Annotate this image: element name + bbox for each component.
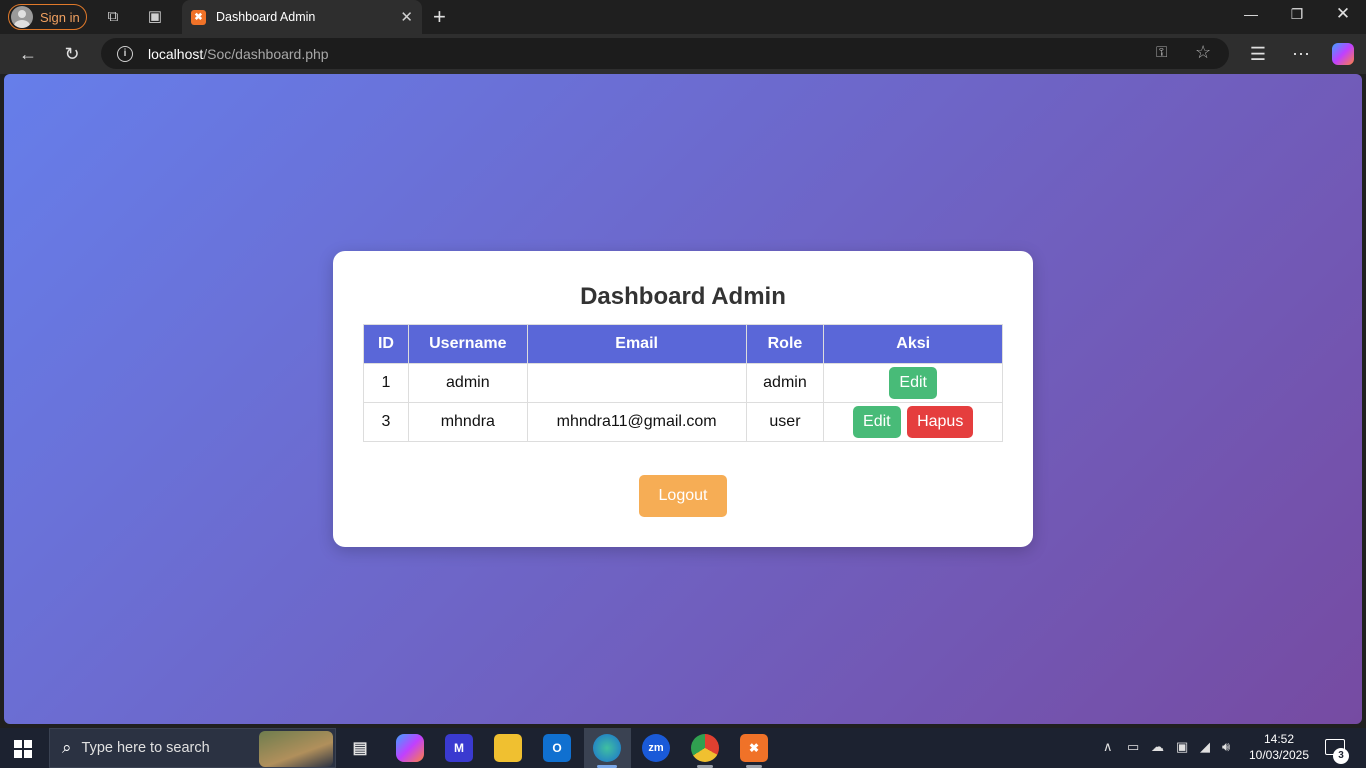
- column-header-email: Email: [526, 324, 747, 364]
- search-placeholder: Type here to search: [81, 740, 210, 756]
- cell-email: [526, 363, 747, 403]
- column-header-username: Username: [407, 324, 528, 364]
- users-table: ID Username Email Role Aksi 1 admin admi…: [363, 324, 1003, 442]
- sign-in-button[interactable]: Sign in: [8, 4, 87, 30]
- app-icon[interactable]: M: [445, 734, 473, 762]
- minimize-icon[interactable]: —: [1241, 6, 1261, 22]
- cell-id: 3: [363, 402, 409, 442]
- more-options-icon[interactable]: ⋯: [1290, 43, 1312, 65]
- search-icon: ⌕: [62, 738, 72, 757]
- cell-role: admin: [745, 363, 825, 403]
- display-icon[interactable]: ▣: [1176, 739, 1188, 755]
- sign-in-label: Sign in: [40, 9, 80, 25]
- task-view-icon[interactable]: ▤: [346, 734, 374, 762]
- copilot-app-icon[interactable]: [396, 734, 424, 762]
- column-header-role: Role: [745, 324, 825, 364]
- copilot-icon[interactable]: [1332, 43, 1354, 65]
- browser-titlebar: Sign in ⧉ ▣ ✖ Dashboard Admin ✕ + — ❐ ✕: [0, 0, 1366, 34]
- file-explorer-icon[interactable]: [494, 734, 522, 762]
- wifi-icon[interactable]: ◢: [1200, 739, 1210, 755]
- taskbar-search-box[interactable]: ⌕ Type here to search: [49, 728, 336, 768]
- cell-role: user: [745, 402, 825, 442]
- url-path: /Soc/dashboard.php: [203, 45, 329, 62]
- xampp-icon[interactable]: ✖: [740, 734, 768, 762]
- column-header-id: ID: [363, 324, 409, 364]
- profile-avatar-icon: [11, 6, 33, 28]
- tab-title: Dashboard Admin: [216, 10, 316, 24]
- volume-icon[interactable]: 🔊︎: [1222, 739, 1230, 755]
- search-highlight-image: [259, 731, 333, 767]
- address-bar[interactable]: i localhost/Soc/dashboard.php ⚿ ☆: [101, 38, 1229, 69]
- site-info-icon[interactable]: i: [117, 45, 133, 62]
- favorite-star-icon[interactable]: ☆: [1195, 42, 1211, 63]
- close-tab-icon[interactable]: ✕: [400, 8, 413, 26]
- cell-actions: Edit Hapus: [823, 402, 1003, 442]
- system-clock[interactable]: 14:52 10/03/2025: [1246, 731, 1312, 763]
- cell-actions: Edit: [823, 363, 1003, 403]
- table-row: 1 admin admin Edit: [363, 363, 1003, 403]
- battery-icon[interactable]: ▭: [1127, 739, 1139, 755]
- clock-date: 10/03/2025: [1248, 748, 1310, 762]
- back-arrow-icon[interactable]: ←: [17, 43, 39, 65]
- new-tab-icon[interactable]: +: [433, 4, 446, 30]
- page-title: Dashboard Admin: [580, 283, 786, 310]
- edit-button[interactable]: Edit: [853, 406, 901, 438]
- key-icon[interactable]: ⚿: [1156, 44, 1167, 61]
- onedrive-icon[interactable]: ☁: [1151, 739, 1164, 755]
- table-row: 3 mhndra mhndra11@gmail.com user Edit Ha…: [363, 402, 1003, 442]
- cell-id: 1: [363, 363, 409, 403]
- show-hidden-icons-icon[interactable]: ∧: [1103, 739, 1113, 755]
- cell-username: mhndra: [407, 402, 528, 442]
- clock-time: 14:52: [1263, 732, 1295, 746]
- tab-dashboard-admin[interactable]: ✖ Dashboard Admin ✕: [182, 0, 422, 34]
- url-host: localhost: [148, 45, 204, 62]
- dashboard-card: Dashboard Admin ID Username Email Role A…: [333, 251, 1033, 547]
- edit-button[interactable]: Edit: [889, 367, 937, 399]
- chrome-icon[interactable]: [691, 734, 719, 762]
- restore-icon[interactable]: ❐: [1287, 6, 1307, 23]
- notification-count-badge: 3: [1333, 748, 1349, 764]
- delete-button[interactable]: Hapus: [907, 406, 974, 438]
- windows-start-icon[interactable]: [14, 740, 32, 758]
- logout-button[interactable]: Logout: [639, 475, 727, 517]
- tab-actions-icon[interactable]: ▣: [145, 7, 165, 27]
- outlook-icon[interactable]: O: [543, 734, 571, 762]
- browser-toolbar: ← ↻ i localhost/Soc/dashboard.php ⚿ ☆ ☰ …: [0, 34, 1366, 74]
- edge-browser-icon[interactable]: [593, 734, 621, 762]
- cell-username: admin: [407, 363, 528, 403]
- column-header-aksi: Aksi: [823, 324, 1003, 364]
- favorites-icon[interactable]: ☰: [1247, 43, 1269, 65]
- table-header-row: ID Username Email Role Aksi: [363, 324, 1003, 364]
- windows-taskbar: ⌕ Type here to search ▤ M O zm ✖ ∧ ▭ ☁ ▣…: [0, 728, 1366, 768]
- xampp-favicon-icon: ✖: [191, 9, 206, 25]
- close-window-icon[interactable]: ✕: [1333, 4, 1353, 24]
- refresh-icon[interactable]: ↻: [61, 43, 83, 65]
- zoom-icon[interactable]: zm: [642, 734, 670, 762]
- page-viewport: Dashboard Admin ID Username Email Role A…: [4, 74, 1362, 724]
- workspaces-icon[interactable]: ⧉: [103, 7, 123, 27]
- cell-email: mhndra11@gmail.com: [526, 402, 747, 442]
